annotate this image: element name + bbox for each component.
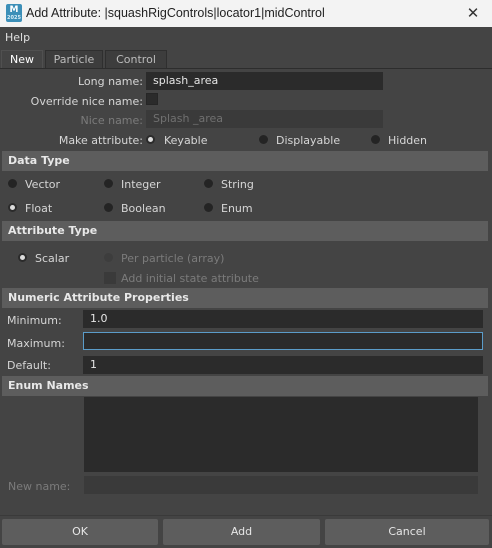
- default-label: Default:: [7, 359, 51, 372]
- hidden-label: Hidden: [388, 134, 428, 147]
- make-attribute-label: Make attribute:: [58, 134, 143, 147]
- keyable-radio[interactable]: [146, 135, 155, 144]
- ok-button[interactable]: OK: [2, 519, 158, 545]
- string-radio[interactable]: [204, 179, 213, 188]
- minimum-label: Minimum:: [7, 314, 62, 327]
- tab-divider: [0, 68, 492, 69]
- maximum-field[interactable]: [83, 332, 483, 350]
- nice-name-label: Nice name:: [80, 114, 144, 127]
- per-particle-radio[interactable]: [104, 253, 113, 262]
- maximum-label: Maximum:: [7, 337, 65, 350]
- displayable-radio[interactable]: [259, 135, 268, 144]
- minimum-field[interactable]: 1.0: [83, 310, 483, 328]
- hidden-radio[interactable]: [371, 135, 380, 144]
- vector-label: Vector: [25, 178, 61, 191]
- add-initial-state-label: Add initial state attribute: [121, 272, 259, 285]
- tab-particle[interactable]: Particle: [45, 50, 103, 68]
- float-radio[interactable]: [8, 203, 17, 212]
- button-divider: [0, 515, 492, 516]
- menu-help[interactable]: Help: [5, 31, 30, 44]
- window-title: Add Attribute: |squashRigControls|locato…: [26, 6, 325, 20]
- tab-new[interactable]: New: [1, 50, 43, 68]
- scalar-radio[interactable]: [18, 253, 27, 262]
- integer-radio[interactable]: [104, 179, 113, 188]
- add-initial-state-checkbox[interactable]: [104, 272, 116, 284]
- vector-radio[interactable]: [8, 179, 17, 188]
- add-button[interactable]: Add: [163, 519, 320, 545]
- data-type-header[interactable]: Data Type: [2, 151, 488, 171]
- keyable-label: Keyable: [164, 134, 208, 147]
- numeric-properties-header[interactable]: Numeric Attribute Properties: [2, 288, 488, 308]
- scalar-label: Scalar: [35, 252, 70, 265]
- cancel-button[interactable]: Cancel: [325, 519, 489, 545]
- menu-bar: [0, 27, 492, 48]
- enum-names-list[interactable]: [84, 397, 478, 472]
- integer-label: Integer: [121, 178, 161, 191]
- enum-names-header[interactable]: Enum Names: [2, 376, 488, 396]
- long-name-label: Long name:: [77, 75, 143, 88]
- tab-control[interactable]: Control: [105, 50, 167, 68]
- string-label: String: [221, 178, 254, 191]
- override-nice-name-label: Override nice name:: [30, 95, 143, 108]
- override-nice-name-checkbox[interactable]: [146, 93, 158, 105]
- boolean-label: Boolean: [121, 202, 166, 215]
- long-name-field[interactable]: splash_area: [146, 72, 383, 90]
- enum-radio[interactable]: [204, 203, 213, 212]
- enum-label: Enum: [221, 202, 253, 215]
- default-field[interactable]: 1: [83, 356, 483, 374]
- maya-app-icon: M 2025: [6, 4, 22, 22]
- displayable-label: Displayable: [276, 134, 341, 147]
- attribute-type-header[interactable]: Attribute Type: [2, 221, 488, 241]
- float-label: Float: [25, 202, 53, 215]
- new-name-label: New name:: [8, 480, 71, 493]
- per-particle-label: Per particle (array): [121, 252, 225, 265]
- app-icon-version: 2025: [7, 15, 21, 21]
- new-name-field[interactable]: [84, 476, 478, 494]
- boolean-radio[interactable]: [104, 203, 113, 212]
- close-icon[interactable]: ✕: [460, 2, 486, 24]
- app-icon-letter: M: [9, 5, 19, 15]
- nice-name-field[interactable]: Splash _area: [146, 110, 383, 128]
